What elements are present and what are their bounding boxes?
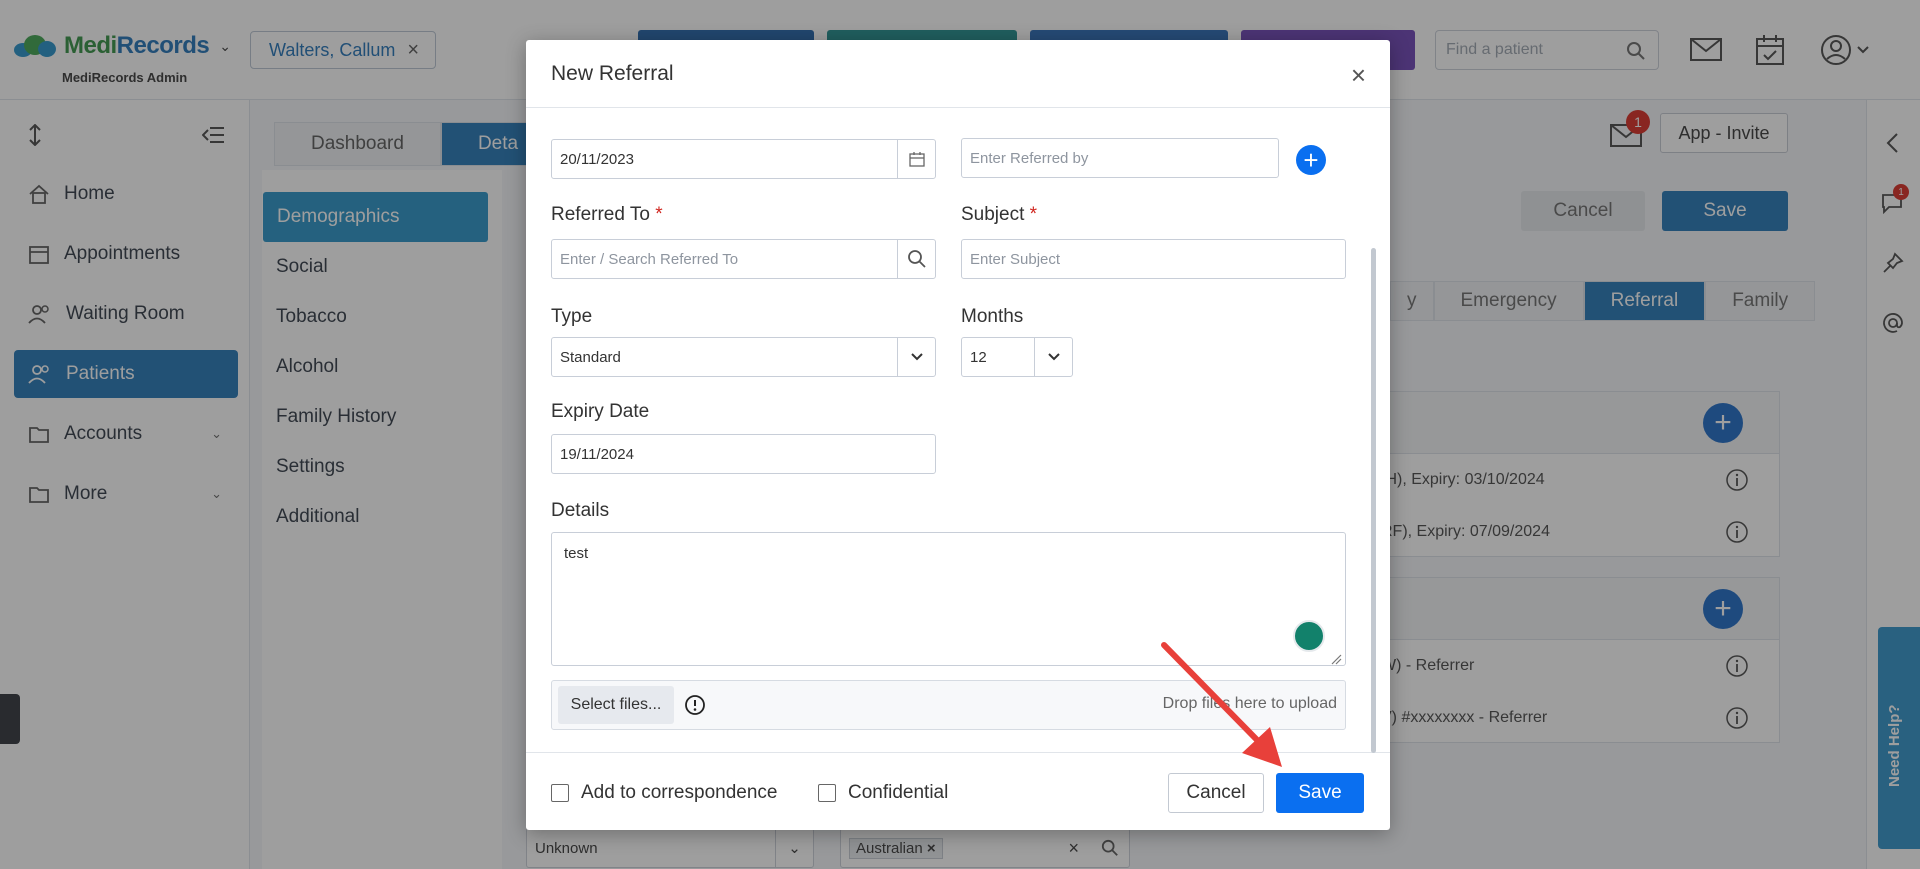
- search-icon[interactable]: [897, 240, 935, 278]
- add-to-correspondence-checkbox[interactable]: Add to correspondence: [551, 782, 777, 804]
- referred-by-input[interactable]: Enter Referred by: [961, 138, 1279, 178]
- referred-to-label: Referred To *: [551, 204, 663, 226]
- type-label: Type: [551, 306, 593, 327]
- alert-circle-icon[interactable]: [684, 694, 706, 716]
- details-value: test: [564, 545, 589, 562]
- referred-to-label-text: Referred To: [551, 204, 650, 225]
- checkbox-box[interactable]: [818, 784, 836, 802]
- subject-input[interactable]: Enter Subject: [961, 239, 1346, 279]
- calendar-icon[interactable]: [897, 140, 935, 178]
- dialog-title: New Referral: [551, 62, 674, 85]
- referred-to-input[interactable]: Enter / Search Referred To: [551, 239, 936, 279]
- referral-date-value: 20/11/2023: [560, 150, 634, 168]
- confidential-checkbox[interactable]: Confidential: [818, 782, 948, 804]
- expiry-date-label: Expiry Date: [551, 401, 650, 422]
- details-label: Details: [551, 500, 610, 521]
- referral-date-field[interactable]: 20/11/2023: [551, 139, 936, 179]
- checkbox-label: Add to correspondence: [581, 782, 778, 803]
- subject-label-text: Subject: [961, 204, 1025, 225]
- checkbox-label: Confidential: [848, 782, 949, 803]
- referred-by-placeholder: Enter Referred by: [970, 149, 1089, 167]
- chevron-down-icon[interactable]: [1034, 338, 1072, 376]
- checkbox-box[interactable]: [551, 784, 569, 802]
- resize-grip-icon[interactable]: [1330, 653, 1342, 665]
- type-select[interactable]: Standard: [551, 337, 936, 377]
- required-marker: *: [1029, 204, 1038, 225]
- add-referrer-icon[interactable]: +: [1296, 145, 1326, 175]
- subject-placeholder: Enter Subject: [970, 250, 1061, 268]
- expiry-date-field[interactable]: 19/11/2024: [551, 434, 936, 474]
- subject-label: Subject *: [961, 204, 1037, 226]
- months-value: 12: [970, 348, 987, 366]
- chevron-down-icon[interactable]: [897, 338, 935, 376]
- required-marker: *: [655, 204, 663, 225]
- months-select[interactable]: 12: [961, 337, 1073, 377]
- close-icon[interactable]: ×: [1351, 60, 1366, 91]
- select-files-button[interactable]: Select files...: [558, 686, 674, 724]
- dialog-scrollbar[interactable]: [1371, 248, 1376, 753]
- months-label: Months: [961, 306, 1024, 327]
- annotation-arrow: [1161, 642, 1282, 767]
- dialog-header: New Referral ×: [526, 40, 1390, 108]
- referred-to-placeholder: Enter / Search Referred To: [560, 250, 739, 268]
- type-value: Standard: [560, 348, 621, 366]
- expiry-date-value: 19/11/2024: [560, 445, 634, 463]
